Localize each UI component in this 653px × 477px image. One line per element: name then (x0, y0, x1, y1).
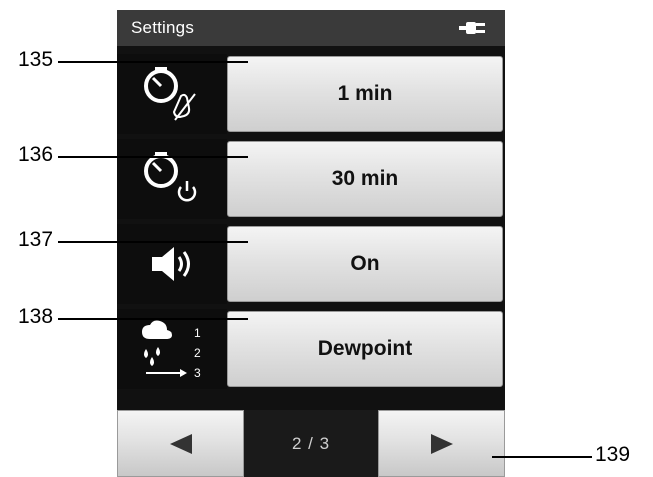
speaker-icon (152, 247, 190, 281)
next-page-button[interactable] (378, 410, 505, 477)
sequence-number: 1 (194, 326, 201, 340)
callout-leader-line (58, 318, 248, 320)
dewpoint-sequence-icon: 1 2 3 (142, 320, 201, 380)
display-mode-button[interactable]: Dewpoint (227, 311, 503, 387)
timer-power-off-icon (144, 152, 197, 202)
callout-leader-line (58, 241, 248, 243)
callout-label: 139 (595, 443, 631, 466)
idle-timeout-button[interactable]: 1 min (227, 56, 503, 132)
settings-row-display-mode: 1 2 3 Dewpoint (117, 309, 505, 389)
pagination-bar: 2 / 3 (117, 410, 505, 477)
callout-leader-line (492, 456, 592, 458)
callout-leader-line (58, 61, 248, 63)
auto-off-button[interactable]: 30 min (227, 141, 503, 217)
title-bar: Settings (117, 10, 505, 46)
previous-page-button[interactable] (117, 410, 244, 477)
page-title: Settings (131, 18, 195, 37)
icon-cell (117, 54, 227, 134)
page-indicator: 2 / 3 (244, 410, 378, 477)
callout-label: 137 (18, 228, 54, 251)
settings-row-idle-timeout: 1 min (117, 54, 505, 134)
icon-cell (117, 139, 227, 219)
arrow-right-icon (430, 433, 453, 454)
plug-icon (459, 22, 485, 34)
callout-leader-line (58, 156, 248, 158)
settings-row-auto-off: 30 min (117, 139, 505, 219)
device-screen: Settings 1 min 30 min On 1 2 3 Dewpoint … (117, 10, 505, 477)
sequence-number: 3 (194, 366, 201, 380)
settings-row-sound: On (117, 224, 505, 304)
arrow-left-icon (169, 433, 192, 454)
sound-toggle-button[interactable]: On (227, 226, 503, 302)
sequence-number: 2 (194, 346, 201, 360)
callout-label: 135 (18, 48, 54, 71)
timer-no-touch-icon (144, 67, 196, 121)
icon-cell: 1 2 3 (117, 309, 227, 389)
icon-cell (117, 224, 227, 304)
callout-label: 138 (18, 305, 54, 328)
callout-label: 136 (18, 143, 54, 166)
